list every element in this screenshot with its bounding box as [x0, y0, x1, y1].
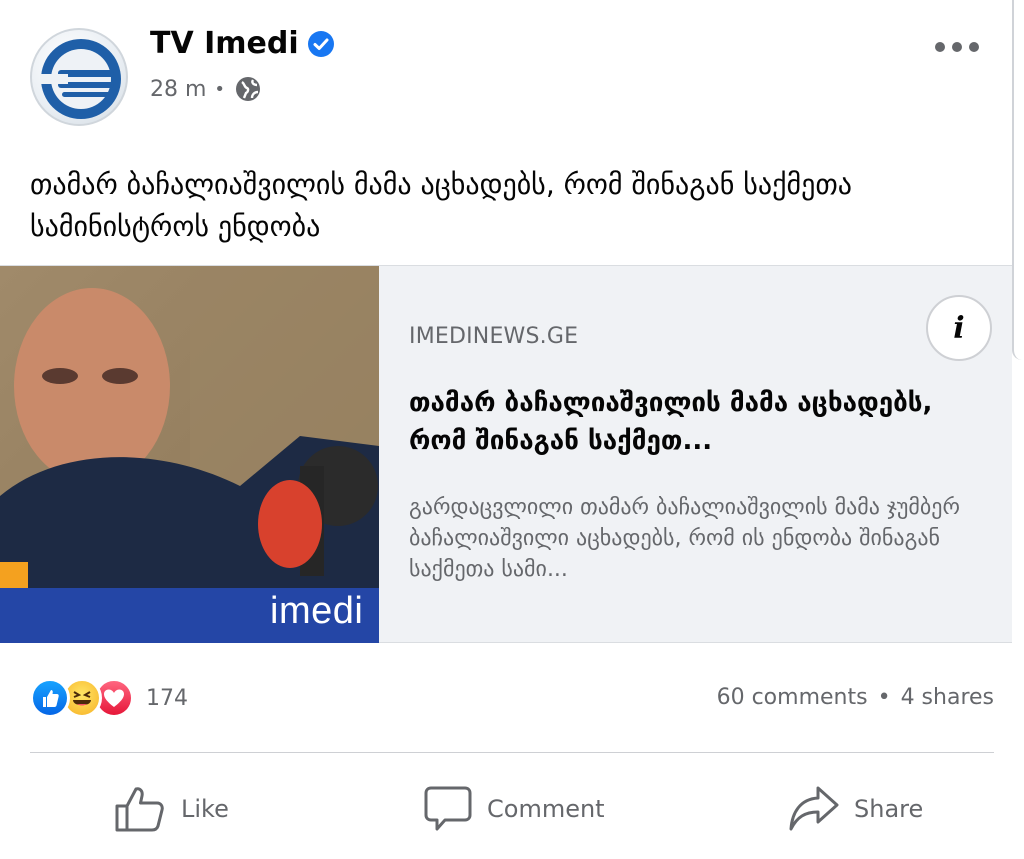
- page-name[interactable]: TV Imedi: [150, 26, 299, 61]
- like-reaction-icon: [30, 678, 70, 718]
- comment-button[interactable]: Comment: [423, 782, 605, 836]
- link-description: გარდაცვლილი თამარ ბაჩალიაშვილის მამა ჯუმ…: [409, 495, 960, 582]
- thumbnail-watermark: imedi: [270, 590, 364, 632]
- link-preview-card[interactable]: imedi IMEDINEWS.GE თამარ ბაჩალიაშვილის მ…: [0, 265, 1012, 643]
- post-text: თამარ ბაჩალიაშვილის მამა აცხადებს, რომ შ…: [30, 168, 852, 243]
- scroll-edge: [1012, 0, 1024, 360]
- more-options-icon[interactable]: [934, 34, 980, 60]
- link-info: IMEDINEWS.GE თამარ ბაჩალიაშვილის მამა აც…: [379, 266, 1012, 643]
- link-title[interactable]: თამარ ბაჩალიაშვილის მამა აცხადებს, რომ შ…: [409, 384, 989, 460]
- engagement-stats: 60 comments • 4 shares: [717, 685, 994, 710]
- page-name-row: TV Imedi: [150, 26, 335, 61]
- globe-icon: [236, 77, 261, 101]
- thumbnail-image: [0, 266, 379, 643]
- page-avatar[interactable]: [30, 28, 128, 126]
- link-domain: IMEDINEWS.GE: [409, 324, 579, 349]
- comment-bubble-icon: [424, 786, 472, 831]
- comments-count[interactable]: 60 comments: [717, 685, 868, 710]
- verified-badge-icon: [307, 30, 334, 57]
- meta-separator: •: [214, 78, 226, 100]
- post-time[interactable]: 28 m: [150, 77, 206, 102]
- like-button[interactable]: Like: [113, 782, 229, 836]
- share-label: Share: [854, 795, 924, 823]
- shares-count[interactable]: 4 shares: [901, 685, 994, 710]
- share-arrow-icon: [789, 786, 839, 831]
- post-meta: 28 m •: [150, 74, 263, 104]
- share-button[interactable]: Share: [788, 782, 923, 836]
- comment-label: Comment: [487, 795, 605, 823]
- actions-divider: [30, 752, 994, 753]
- info-icon[interactable]: i: [926, 295, 992, 361]
- post-header: TV Imedi 28 m •: [0, 0, 1024, 140]
- reaction-count: 174: [146, 685, 188, 711]
- link-thumbnail: imedi: [0, 266, 379, 643]
- tv-imedi-logo-icon: [40, 39, 121, 119]
- like-label: Like: [181, 795, 229, 823]
- thumbs-up-icon: [115, 787, 164, 832]
- reaction-summary[interactable]: 174: [30, 678, 188, 718]
- stats-separator: •: [877, 685, 891, 710]
